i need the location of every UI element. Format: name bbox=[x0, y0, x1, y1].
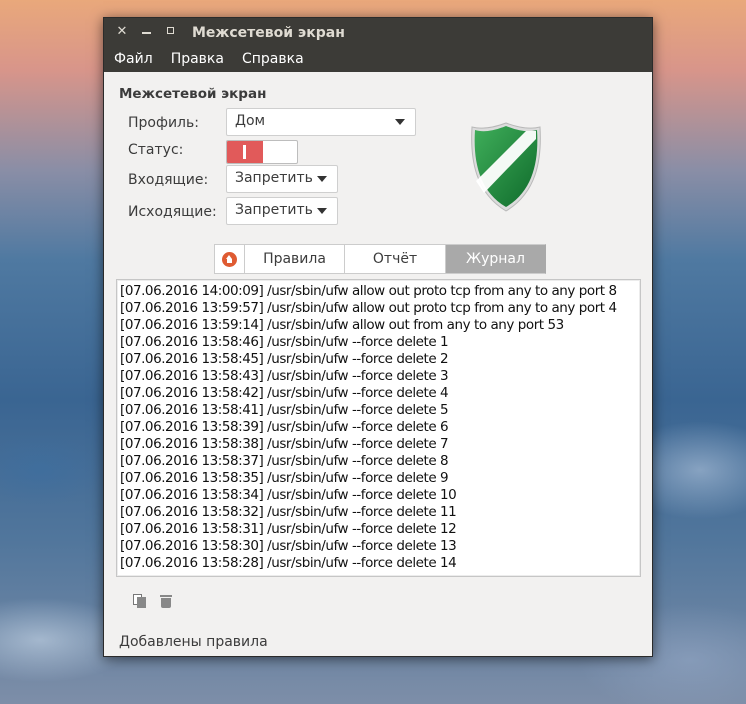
outgoing-combo[interactable]: Запретить bbox=[226, 197, 338, 225]
outgoing-label: Исходящие: bbox=[128, 204, 217, 220]
log-line: [07.06.2016 13:58:38] /usr/sbin/ufw --fo… bbox=[120, 436, 449, 452]
log-line: [07.06.2016 13:58:46] /usr/sbin/ufw --fo… bbox=[120, 334, 449, 350]
tab-report[interactable]: Отчёт bbox=[344, 244, 445, 274]
section-title: Межсетевой экран bbox=[119, 86, 267, 102]
home-icon bbox=[222, 252, 237, 267]
menu-help[interactable]: Справка bbox=[232, 48, 312, 67]
log-line: [07.06.2016 13:58:35] /usr/sbin/ufw --fo… bbox=[120, 470, 449, 486]
profile-label: Профиль: bbox=[128, 115, 199, 131]
status-label: Статус: bbox=[128, 142, 184, 158]
chevron-down-icon bbox=[317, 208, 327, 214]
menu-bar: Файл Правка Справка bbox=[104, 48, 652, 72]
log-line: [07.06.2016 13:58:30] /usr/sbin/ufw --fo… bbox=[120, 538, 457, 554]
tab-bar: Правила Отчёт Журнал bbox=[214, 244, 546, 274]
outgoing-value: Запретить bbox=[235, 202, 313, 218]
window-title: Межсетевой экран bbox=[192, 25, 345, 41]
log-line: [07.06.2016 13:58:45] /usr/sbin/ufw --fo… bbox=[120, 351, 449, 367]
copy-icon[interactable] bbox=[132, 593, 148, 609]
log-line: [07.06.2016 13:58:34] /usr/sbin/ufw --fo… bbox=[120, 487, 457, 503]
log-text-area[interactable]: [07.06.2016 14:00:09] /usr/sbin/ufw allo… bbox=[118, 281, 639, 575]
log-line: [07.06.2016 13:58:31] /usr/sbin/ufw --fo… bbox=[120, 521, 457, 537]
log-line: [07.06.2016 13:58:41] /usr/sbin/ufw --fo… bbox=[120, 402, 449, 418]
log-line: [07.06.2016 13:58:42] /usr/sbin/ufw --fo… bbox=[120, 385, 449, 401]
profile-combo[interactable]: Дом bbox=[226, 108, 416, 136]
log-line: [07.06.2016 13:58:37] /usr/sbin/ufw --fo… bbox=[120, 453, 449, 469]
incoming-value: Запретить bbox=[235, 170, 313, 186]
maximize-icon[interactable] bbox=[162, 24, 178, 40]
tab-log[interactable]: Журнал bbox=[445, 244, 546, 274]
log-line: [07.06.2016 13:59:14] /usr/sbin/ufw allo… bbox=[120, 317, 564, 333]
profile-value: Дом bbox=[235, 113, 266, 129]
toggle-on-mark bbox=[243, 145, 246, 159]
status-toggle[interactable] bbox=[226, 140, 298, 164]
log-panel: [07.06.2016 14:00:09] /usr/sbin/ufw allo… bbox=[116, 279, 641, 577]
firewall-window: ✕ Межсетевой экран Файл Правка Справка Меж… bbox=[103, 17, 653, 657]
log-line: [07.06.2016 13:58:43] /usr/sbin/ufw --fo… bbox=[120, 368, 449, 384]
tab-home[interactable] bbox=[214, 244, 244, 274]
tab-rules[interactable]: Правила bbox=[244, 244, 344, 274]
log-line: [07.06.2016 13:58:28] /usr/sbin/ufw --fo… bbox=[120, 555, 457, 571]
menu-edit[interactable]: Правка bbox=[161, 48, 232, 67]
log-line: [07.06.2016 14:00:09] /usr/sbin/ufw allo… bbox=[120, 283, 617, 299]
trash-icon[interactable] bbox=[158, 593, 174, 609]
log-actions bbox=[132, 593, 174, 611]
close-icon[interactable]: ✕ bbox=[114, 24, 130, 40]
minimize-icon[interactable] bbox=[138, 24, 154, 40]
log-line: [07.06.2016 13:58:39] /usr/sbin/ufw --fo… bbox=[120, 419, 449, 435]
log-line: [07.06.2016 13:58:32] /usr/sbin/ufw --fo… bbox=[120, 504, 457, 520]
title-bar[interactable]: ✕ Межсетевой экран bbox=[104, 18, 652, 48]
chevron-down-icon bbox=[317, 176, 327, 182]
incoming-combo[interactable]: Запретить bbox=[226, 165, 338, 193]
log-line: [07.06.2016 13:59:57] /usr/sbin/ufw allo… bbox=[120, 300, 617, 316]
shield-logo-icon bbox=[471, 122, 541, 212]
menu-file[interactable]: Файл bbox=[104, 48, 161, 67]
incoming-label: Входящие: bbox=[128, 172, 209, 188]
status-bar-text: Добавлены правила bbox=[119, 634, 268, 650]
chevron-down-icon bbox=[395, 119, 405, 125]
